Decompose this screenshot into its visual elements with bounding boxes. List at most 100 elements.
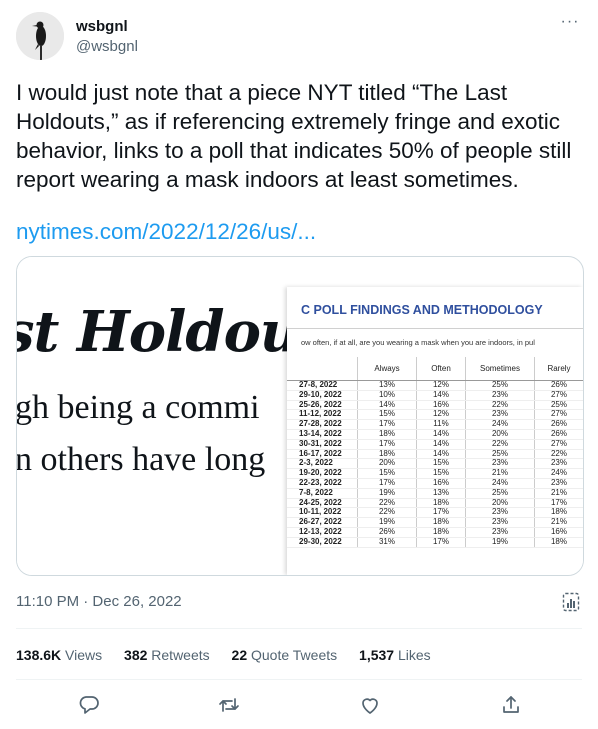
poll-date: 19-20, 2022 xyxy=(287,468,358,479)
poll-cell: 17% xyxy=(416,537,466,548)
poll-cell: 17% xyxy=(357,478,417,489)
poll-date: 26-27, 2022 xyxy=(287,517,358,528)
poll-cell: 16% xyxy=(416,478,466,489)
poll-cell: 11% xyxy=(416,419,466,430)
tweet-text: I would just note that a piece NYT title… xyxy=(16,80,572,192)
avatar[interactable] xyxy=(16,12,64,60)
author-handle[interactable]: @wsbgnl xyxy=(76,38,138,55)
tweet-stats: 138.6K Views 382 Retweets 22 Quote Tweet… xyxy=(16,647,449,663)
likes-stat[interactable]: 1,537 Likes xyxy=(359,647,431,663)
poll-date: 12-13, 2022 xyxy=(287,527,358,538)
poll-column-header xyxy=(287,357,358,381)
poll-cell: 13% xyxy=(357,380,417,391)
poll-cell: 26% xyxy=(534,429,583,440)
article-line-2: n others have long xyxy=(17,441,266,478)
divider xyxy=(16,679,582,680)
quotes-count: 22 xyxy=(231,647,248,663)
poll-cell: 21% xyxy=(534,488,583,499)
poll-row: 27-8, 2022 13% 12% 25% 26% xyxy=(287,380,583,391)
quotes-label: Quote Tweets xyxy=(251,647,338,663)
retweets-label: Retweets xyxy=(151,647,210,663)
poll-cell: 27% xyxy=(534,439,583,450)
poll-cell: 15% xyxy=(416,468,466,479)
divider xyxy=(287,328,583,329)
retweets-count: 382 xyxy=(124,647,148,663)
poll-table: Always Often Sometimes Rarely 27-8, 2022… xyxy=(287,357,583,548)
poll-cell: 17% xyxy=(357,439,417,450)
views-label: Views xyxy=(65,647,103,663)
article-line-1: gh being a commi xyxy=(17,389,260,426)
poll-column-header: Often xyxy=(416,357,466,381)
poll-cell: 19% xyxy=(357,517,417,528)
poll-question: ow often, if at all, are you wearing a m… xyxy=(301,338,535,347)
like-icon[interactable] xyxy=(359,694,381,716)
poll-cell: 18% xyxy=(416,527,466,538)
poll-cell: 27% xyxy=(534,390,583,401)
poll-cell: 12% xyxy=(416,380,466,391)
poll-cell: 31% xyxy=(357,537,417,548)
article-headline: st Holdouts xyxy=(17,299,299,365)
poll-column-header: Rarely xyxy=(534,357,583,381)
poll-column-header: Always xyxy=(357,357,417,381)
poll-cell: 23% xyxy=(465,527,535,538)
poll-row: 13-14, 2022 18% 14% 20% 26% xyxy=(287,429,583,440)
retweet-icon[interactable] xyxy=(218,694,240,716)
more-horizontal-icon[interactable]: ··· xyxy=(558,14,582,36)
tweet-timestamp[interactable]: 11:10 PM · Dec 26, 2022 xyxy=(16,593,182,610)
poll-date: 22-23, 2022 xyxy=(287,478,358,489)
poll-date: 27-8, 2022 xyxy=(287,380,358,391)
poll-cell: 14% xyxy=(416,429,466,440)
poll-cell: 23% xyxy=(465,517,535,528)
poll-cell: 15% xyxy=(357,468,417,479)
poll-image: C POLL FINDINGS AND METHODOLOGY ow often… xyxy=(287,287,583,575)
views-stat[interactable]: 138.6K Views xyxy=(16,647,102,663)
poll-cell: 18% xyxy=(534,537,583,548)
poll-cell: 16% xyxy=(534,527,583,538)
tweet-link[interactable]: nytimes.com/2022/12/26/us/... xyxy=(16,219,316,245)
poll-cell: 20% xyxy=(465,429,535,440)
poll-row: 26-27, 2022 19% 18% 23% 21% xyxy=(287,517,583,528)
poll-row: 29-10, 2022 10% 14% 23% 27% xyxy=(287,390,583,401)
poll-row: 7-8, 2022 19% 13% 25% 21% xyxy=(287,488,583,499)
bird-avatar-image xyxy=(16,12,64,60)
poll-cell: 18% xyxy=(416,517,466,528)
poll-cell: 18% xyxy=(357,429,417,440)
media-card[interactable]: st Holdouts gh being a commi n others ha… xyxy=(16,256,584,576)
poll-cell: 17% xyxy=(357,419,417,430)
poll-date: 13-14, 2022 xyxy=(287,429,358,440)
poll-date: 27-28, 2022 xyxy=(287,419,358,430)
quote-tweets-stat[interactable]: 22 Quote Tweets xyxy=(232,647,338,663)
poll-cell: 14% xyxy=(416,439,466,450)
author-name[interactable]: wsbgnl xyxy=(76,18,128,35)
poll-cell: 22% xyxy=(465,439,535,450)
likes-count: 1,537 xyxy=(359,647,395,663)
poll-cell: 10% xyxy=(357,390,417,401)
poll-row: 29-30, 2022 31% 17% 19% 18% xyxy=(287,537,583,548)
poll-cell: 19% xyxy=(357,488,417,499)
poll-cell: 26% xyxy=(534,380,583,391)
poll-cell: 23% xyxy=(534,478,583,489)
reply-icon[interactable] xyxy=(78,694,100,716)
poll-cell: 25% xyxy=(465,488,535,499)
poll-title: C POLL FINDINGS AND METHODOLOGY xyxy=(301,303,543,317)
tweet-actions xyxy=(16,694,582,718)
poll-header-row: Always Often Sometimes Rarely xyxy=(287,357,583,381)
retweets-stat[interactable]: 382 Retweets xyxy=(124,647,210,663)
poll-cell: 26% xyxy=(357,527,417,538)
poll-cell: 25% xyxy=(465,380,535,391)
poll-column-header: Sometimes xyxy=(465,357,535,381)
poll-row: 19-20, 2022 15% 15% 21% 24% xyxy=(287,468,583,479)
poll-date: 7-8, 2022 xyxy=(287,488,358,499)
poll-cell: 21% xyxy=(465,468,535,479)
poll-cell: 24% xyxy=(465,478,535,489)
views-count: 138.6K xyxy=(16,647,62,663)
poll-cell: 13% xyxy=(416,488,466,499)
analytics-icon[interactable] xyxy=(562,592,580,612)
share-icon[interactable] xyxy=(500,694,522,716)
poll-cell: 14% xyxy=(416,390,466,401)
poll-cell: 24% xyxy=(534,468,583,479)
poll-table-body: 27-8, 2022 13% 12% 25% 26% 29-10, 2022 10% 14%… xyxy=(287,380,583,548)
tweet-header: wsbgnl @wsbgnl ··· xyxy=(16,12,582,64)
poll-row: 12-13, 2022 26% 18% 23% 16% xyxy=(287,527,583,538)
poll-date: 30-31, 2022 xyxy=(287,439,358,450)
